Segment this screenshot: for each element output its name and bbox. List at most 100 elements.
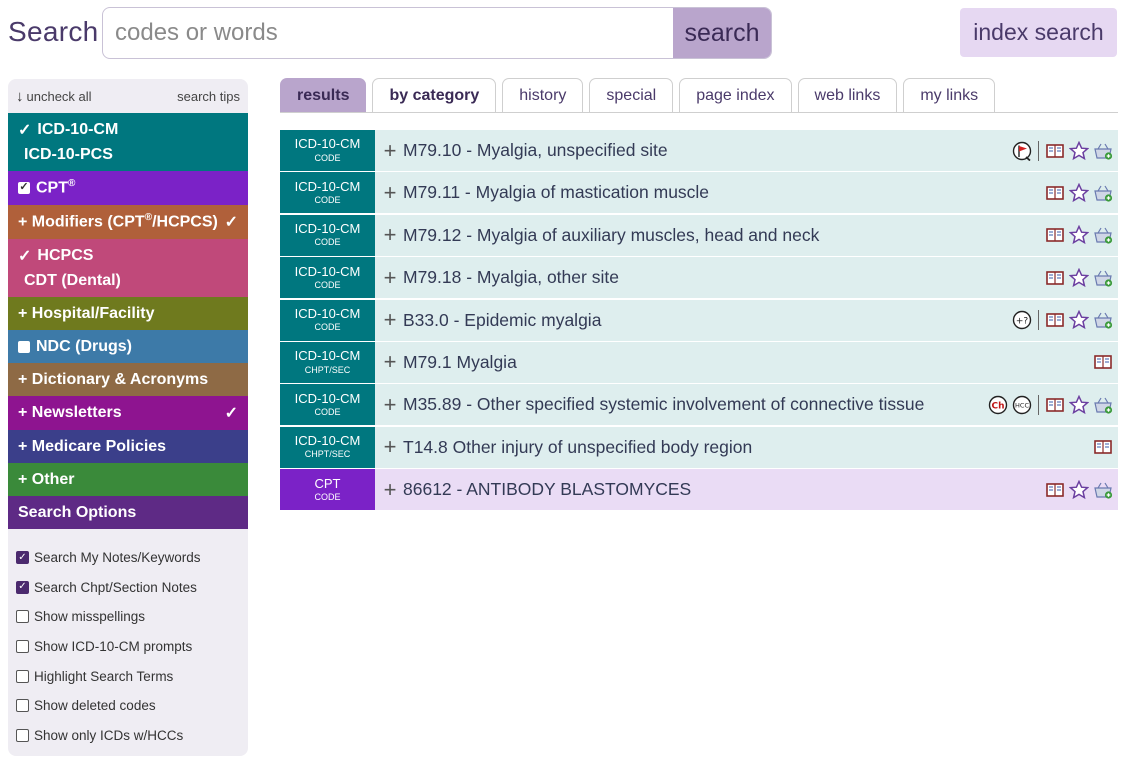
- expand-plus-icon[interactable]: +: [383, 138, 397, 164]
- svg-text:Ch: Ch: [991, 401, 1004, 411]
- icd10cm-checkbox[interactable]: ✓ ICD-10-CM: [18, 117, 238, 142]
- result-row[interactable]: ICD-10-CM CODE + M79.11 - Myalgia of mastic…: [280, 172, 1118, 215]
- expand-plus-icon[interactable]: +: [383, 477, 397, 503]
- result-link[interactable]: + M79.1 Myalgia: [383, 349, 517, 375]
- star-icon[interactable]: [1068, 309, 1090, 331]
- basket-icon[interactable]: [1092, 479, 1114, 501]
- dictionary-label: + Dictionary & Acronyms: [18, 370, 209, 388]
- dictionary-category[interactable]: + Dictionary & Acronyms: [8, 363, 248, 396]
- book-icon[interactable]: [1044, 479, 1066, 501]
- star-icon[interactable]: [1068, 267, 1090, 289]
- result-link[interactable]: +86612 - ANTIBODY BLASTOMYCES: [383, 477, 692, 503]
- other-label: + Other: [18, 470, 75, 488]
- tab-by-category[interactable]: by category: [372, 78, 497, 112]
- tab-history[interactable]: history: [502, 78, 584, 112]
- star-icon[interactable]: [1068, 479, 1090, 501]
- result-link[interactable]: + M79.11 - Myalgia of mastication muscle: [383, 180, 709, 206]
- option-show-icd-prompts[interactable]: Show ICD-10-CM prompts: [16, 632, 240, 662]
- book-icon[interactable]: [1044, 140, 1066, 162]
- star-icon[interactable]: [1068, 140, 1090, 162]
- result-text: M79.12 - Myalgia of auxiliary muscles, h…: [403, 224, 820, 245]
- result-row[interactable]: CPT CODE +86612 - ANTIBODY BLASTOMYCES: [280, 469, 1118, 512]
- medicare-category[interactable]: + Medicare Policies: [8, 430, 248, 463]
- basket-icon[interactable]: [1092, 224, 1114, 246]
- cpt-category[interactable]: ✓ CPT®: [8, 171, 248, 205]
- ndc-category[interactable]: NDC (Drugs): [8, 330, 248, 363]
- expand-plus-icon[interactable]: +: [383, 180, 397, 206]
- cdt-checkbox[interactable]: CDT (Dental): [18, 268, 238, 293]
- result-link[interactable]: + B33.0 - Epidemic myalgia: [383, 307, 602, 333]
- book-icon[interactable]: [1092, 351, 1114, 373]
- expand-plus-icon[interactable]: +: [383, 265, 397, 291]
- badge-system: ICD-10-CM: [294, 136, 361, 152]
- search-options-header[interactable]: Search Options: [8, 496, 248, 529]
- tab-bar: results by category history special page…: [280, 78, 1118, 113]
- star-icon[interactable]: [1068, 182, 1090, 204]
- option-show-misspellings[interactable]: Show misspellings: [16, 602, 240, 632]
- cdt-label: CDT (Dental): [24, 271, 121, 289]
- flag-icon[interactable]: [1011, 140, 1033, 162]
- result-row[interactable]: ICD-10-CM CODE + B33.0 - Epidemic myalgia +?: [280, 299, 1118, 342]
- result-link[interactable]: + T14.8 Other injury of unspecified body …: [383, 434, 753, 460]
- plus-question-icon[interactable]: +?: [1011, 309, 1033, 331]
- option-show-deleted[interactable]: Show deleted codes: [16, 691, 240, 721]
- uncheck-all-link[interactable]: ↓ uncheck all: [16, 88, 92, 105]
- ch-icon[interactable]: Ch: [987, 394, 1009, 416]
- star-icon[interactable]: [1068, 394, 1090, 416]
- result-actions: [1011, 140, 1114, 162]
- search-tips-link[interactable]: search tips: [177, 89, 240, 104]
- result-link[interactable]: + M79.18 - Myalgia, other site: [383, 265, 619, 291]
- option-highlight-terms[interactable]: Highlight Search Terms: [16, 661, 240, 691]
- book-icon[interactable]: [1092, 436, 1114, 458]
- hospital-category[interactable]: + Hospital/Facility: [8, 297, 248, 330]
- expand-plus-icon[interactable]: +: [383, 392, 397, 418]
- book-icon[interactable]: [1044, 267, 1066, 289]
- hcpcs-label: HCPCS: [37, 246, 94, 264]
- result-row[interactable]: ICD-10-CM CODE + M79.12 - Myalgia of auxili…: [280, 214, 1118, 257]
- result-row[interactable]: ICD-10-CM CODE + M79.18 - Myalgia, other si…: [280, 257, 1118, 300]
- tab-special[interactable]: special: [589, 78, 674, 112]
- tab-web-links[interactable]: web links: [797, 78, 898, 112]
- book-icon[interactable]: [1044, 394, 1066, 416]
- result-row[interactable]: ICD-10-CM CHPT/SEC + T14.8 Other injury of …: [280, 426, 1118, 469]
- hcpcs-checkbox[interactable]: ✓ HCPCS: [18, 243, 238, 268]
- book-icon[interactable]: [1044, 309, 1066, 331]
- option-only-hccs[interactable]: Show only ICDs w/HCCs: [16, 721, 240, 751]
- tab-my-links[interactable]: my links: [903, 78, 996, 112]
- code-system-badge: ICD-10-CM CHPT/SEC: [280, 426, 375, 468]
- hcc-icon[interactable]: HCC: [1011, 394, 1033, 416]
- search-input[interactable]: [103, 8, 675, 58]
- option-search-my-notes[interactable]: ✓ Search My Notes/Keywords: [16, 543, 240, 573]
- basket-icon[interactable]: [1092, 267, 1114, 289]
- tab-page-index[interactable]: page index: [679, 78, 792, 112]
- star-icon[interactable]: [1068, 224, 1090, 246]
- expand-plus-icon[interactable]: +: [383, 307, 397, 333]
- icd-group: ✓ ICD-10-CM ICD-10-PCS: [8, 113, 248, 171]
- other-category[interactable]: + Other: [8, 463, 248, 496]
- icd10pcs-checkbox[interactable]: ICD-10-PCS: [18, 142, 238, 167]
- result-row[interactable]: ICD-10-CM CODE + M35.89 - Other specified s…: [280, 384, 1118, 427]
- result-link[interactable]: + M79.12 - Myalgia of auxiliary muscles, …: [383, 222, 820, 248]
- basket-icon[interactable]: [1092, 182, 1114, 204]
- basket-icon[interactable]: [1092, 394, 1114, 416]
- basket-icon[interactable]: [1092, 309, 1114, 331]
- basket-icon[interactable]: [1092, 140, 1114, 162]
- result-row[interactable]: ICD-10-CM CHPT/SEC + M79.1 Myalgia: [280, 341, 1118, 384]
- search-button[interactable]: search: [673, 8, 771, 58]
- result-row[interactable]: ICD-10-CM CODE + M79.10 - Myalgia, unspecif…: [280, 130, 1118, 172]
- expand-plus-icon[interactable]: +: [383, 434, 397, 460]
- newsletters-category[interactable]: + Newsletters ✓: [8, 396, 248, 430]
- result-link[interactable]: + M79.10 - Myalgia, unspecified site: [383, 138, 668, 164]
- result-link[interactable]: + M35.89 - Other specified systemic invol…: [383, 392, 925, 418]
- tab-results[interactable]: results: [280, 78, 367, 112]
- result-body: +86612 - ANTIBODY BLASTOMYCES: [375, 469, 1118, 511]
- expand-plus-icon[interactable]: +: [383, 222, 397, 248]
- result-actions: +?: [1011, 309, 1114, 331]
- book-icon[interactable]: [1044, 224, 1066, 246]
- code-system-badge: ICD-10-CM CODE: [280, 172, 375, 214]
- modifiers-category[interactable]: + Modifiers (CPT®/HCPCS) ✓: [8, 205, 248, 239]
- option-search-chpt-notes[interactable]: ✓ Search Chpt/Section Notes: [16, 573, 240, 603]
- book-icon[interactable]: [1044, 182, 1066, 204]
- index-search-button[interactable]: index search: [960, 8, 1117, 57]
- expand-plus-icon[interactable]: +: [383, 349, 397, 375]
